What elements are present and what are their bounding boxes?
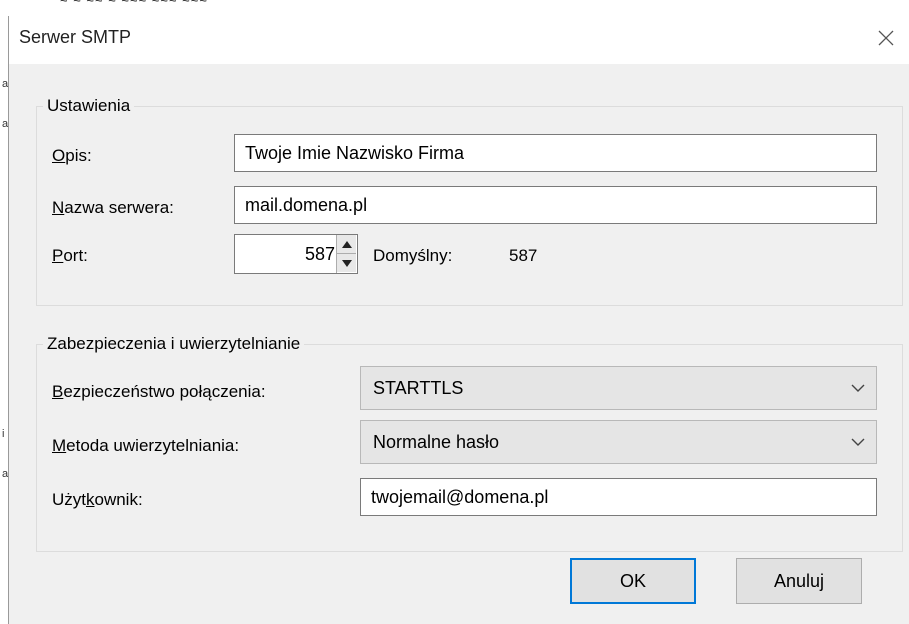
connection-security-select[interactable]: STARTTLS (360, 366, 877, 410)
connection-security-label-accesskey: B (52, 382, 64, 401)
settings-legend: Ustawienia (47, 96, 131, 115)
auth-method-label-text: etoda uwierzytelniania: (66, 436, 240, 455)
chevron-down-icon (851, 438, 865, 446)
port-label-accesskey: P (52, 246, 64, 265)
server-name-label: Nazwa serwera: (52, 198, 174, 218)
description-label: Opis: (52, 146, 92, 166)
description-label-text: pis: (65, 146, 92, 165)
server-name-input[interactable]: mail.domena.pl (234, 186, 877, 224)
description-label-accesskey: O (52, 146, 66, 165)
dialog-title: Serwer SMTP (19, 27, 132, 47)
port-decrement-button[interactable] (337, 254, 356, 272)
server-name-label-accesskey: N (52, 198, 65, 217)
auth-method-label-accesskey: M (52, 436, 67, 455)
username-label: Użytkownik: (52, 490, 143, 510)
server-name-label-text: azwa serwera: (64, 198, 174, 217)
cancel-button-label: Anuluj (773, 570, 825, 591)
port-increment-button[interactable] (337, 235, 356, 254)
background-text-fragment: ~ ~ ~~ ~ ~~~ ~~~ ~~~ (60, 0, 208, 8)
port-label: Port: (52, 246, 88, 266)
connection-security-value: STARTTLS (373, 377, 464, 398)
username-label-part2: ownik: (94, 490, 143, 509)
ok-button-label: OK (619, 570, 646, 591)
smtp-server-dialog: Serwer SMTP Ustawienia Opis: Twoje Imie … (8, 16, 909, 624)
auth-method-value: Normalne hasło (373, 431, 500, 452)
username-input[interactable]: twojemail@domena.pl (360, 478, 877, 516)
username-label-part1: Użyt (52, 490, 86, 509)
close-icon (878, 30, 894, 46)
arrow-up-icon (341, 240, 352, 248)
description-input[interactable]: Twoje Imie Nazwisko Firma (234, 134, 877, 172)
background-window-edge: a a i a (0, 16, 8, 624)
auth-method-select[interactable]: Normalne hasło (360, 420, 877, 464)
connection-security-label: Bezpieczeństwo połączenia: (52, 382, 266, 402)
background-window-strip: ~ ~ ~~ ~ ~~~ ~~~ ~~~ (0, 0, 909, 16)
default-port-value: 587 (509, 246, 538, 265)
connection-security-label-text: ezpieczeństwo połączenia: (63, 382, 266, 401)
ok-button[interactable]: OK (570, 558, 696, 604)
port-spinner[interactable]: 587 (234, 234, 358, 274)
port-spinner-arrows (336, 235, 357, 273)
close-button[interactable] (863, 16, 909, 60)
background-mark: i (2, 428, 5, 440)
arrow-down-icon (341, 259, 352, 267)
auth-method-label: Metoda uwierzytelniania: (52, 436, 239, 456)
username-label-accesskey: k (86, 490, 95, 509)
security-legend: Zabezpieczenia i uwierzytelnianie (47, 334, 301, 353)
title-bar: Serwer SMTP (9, 16, 909, 64)
chevron-down-icon (851, 384, 865, 392)
port-value: 587 (304, 244, 335, 264)
cancel-button[interactable]: Anuluj (736, 558, 862, 604)
default-port-label: Domyślny: (373, 246, 453, 265)
port-label-text: ort: (63, 246, 88, 265)
